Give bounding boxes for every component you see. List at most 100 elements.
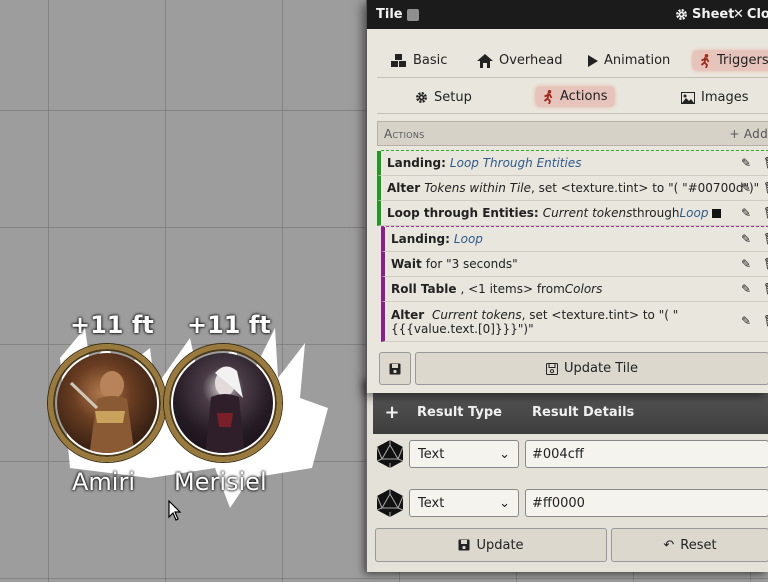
trash-icon[interactable]: 🗑 xyxy=(763,181,768,195)
update-tile-button[interactable]: Update Tile xyxy=(415,352,768,385)
sheet-label: Sheet xyxy=(692,7,735,22)
chevron-down-icon: ⌄ xyxy=(499,495,510,511)
token-amiri[interactable] xyxy=(48,344,166,462)
image-icon xyxy=(681,91,695,104)
tab-animation[interactable]: Animation xyxy=(588,53,670,68)
update-label: Update xyxy=(476,537,524,553)
token-name-label: Amiri xyxy=(72,468,135,496)
action-target: Current tokens xyxy=(432,308,522,322)
house-icon xyxy=(477,53,493,68)
save-icon xyxy=(389,363,401,374)
tab-label: Animation xyxy=(604,53,671,68)
tab-label: Actions xyxy=(560,89,608,104)
results-table-header: + Result Type Result Details xyxy=(373,390,768,434)
trigger-subtabs: Setup Actions Images xyxy=(377,84,768,114)
tile-config-window: Tile Sheet ✕ Close Basic Overhead Animat… xyxy=(366,0,768,393)
action-link[interactable]: Loop xyxy=(679,206,708,220)
document-id-icon[interactable] xyxy=(406,8,419,21)
tab-label: Basic xyxy=(413,53,448,68)
reset-label: Reset xyxy=(680,537,717,553)
trash-icon[interactable]: 🗑 xyxy=(763,282,768,296)
tab-actions[interactable]: Actions xyxy=(536,87,614,106)
trash-icon[interactable]: 🗑 xyxy=(763,206,768,220)
result-details-input[interactable]: #004cff xyxy=(525,440,768,468)
action-row[interactable]: Alter Tokens within Tile , set <texture.… xyxy=(377,176,768,201)
edit-icon[interactable]: ✎ xyxy=(741,314,751,328)
action-row[interactable]: Roll Table , <1 items> from Colors ✎ 🗑 xyxy=(381,277,768,302)
action-row[interactable]: Wait for "3 seconds" ✎ 🗑 xyxy=(381,252,768,277)
gear-icon xyxy=(416,92,427,103)
roll-table-sheet: + Result Type Result Details Text ⌄ #004… xyxy=(366,378,768,572)
running-icon xyxy=(543,89,553,104)
edit-icon[interactable]: ✎ xyxy=(741,206,751,220)
window-titlebar[interactable]: Tile Sheet ✕ Close xyxy=(367,0,768,29)
reset-button[interactable]: ↶ Reset xyxy=(611,528,768,562)
update-button[interactable]: Update xyxy=(375,528,607,562)
action-detail: , <1 items> from xyxy=(460,282,565,296)
action-target: Colors xyxy=(564,282,603,296)
add-result-icon[interactable]: + xyxy=(379,402,405,423)
undo-icon: ↶ xyxy=(663,537,675,553)
actions-header-label: Actions xyxy=(384,126,425,141)
close-label: Close xyxy=(746,7,768,22)
action-detail: , set <texture.tint> to "( "#00700d")" xyxy=(531,181,760,195)
merisiel-portrait xyxy=(173,353,273,453)
save-button[interactable] xyxy=(379,352,411,385)
tab-triggers[interactable]: Triggers xyxy=(693,51,768,70)
result-details-input[interactable]: #ff0000 xyxy=(525,489,768,517)
update-tile-label: Update Tile xyxy=(564,361,638,376)
trash-icon[interactable]: 🗑 xyxy=(763,257,768,271)
add-action-label: Add xyxy=(743,126,768,141)
action-verb: Wait xyxy=(391,257,422,271)
close-button[interactable]: ✕ Close xyxy=(733,0,768,29)
action-target: Tokens within Tile xyxy=(424,181,531,195)
action-verb: Loop through Entities: xyxy=(387,206,539,220)
action-row[interactable]: Landing: Loop Through Entities ✎ 🗑 xyxy=(377,151,768,176)
action-verb: Alter xyxy=(387,181,421,195)
result-type-header: Result Type xyxy=(417,404,502,420)
trash-icon[interactable]: 🗑 xyxy=(763,156,768,170)
token-elevation: +11 ft xyxy=(70,311,154,339)
stop-square-icon xyxy=(712,208,722,218)
action-verb: Landing: xyxy=(391,232,450,246)
close-icon: ✕ xyxy=(733,7,744,22)
sheet-config-button[interactable]: Sheet xyxy=(675,0,734,29)
token-name-label: Merisiel xyxy=(174,468,267,496)
running-icon xyxy=(700,53,710,68)
primary-tabs: Basic Overhead Animation Triggers xyxy=(377,44,768,78)
trash-icon[interactable]: 🗑 xyxy=(763,314,768,328)
gear-icon xyxy=(676,9,687,20)
d20-icon[interactable] xyxy=(375,439,405,469)
actions-list-header: Actions + Add xyxy=(377,121,768,146)
d20-icon[interactable] xyxy=(375,488,405,518)
result-type-select[interactable]: Text ⌄ xyxy=(409,440,519,468)
edit-icon[interactable]: ✎ xyxy=(741,257,751,271)
edit-icon[interactable]: ✎ xyxy=(741,232,751,246)
tab-basic[interactable]: Basic xyxy=(391,53,447,68)
result-type-value: Text xyxy=(418,446,445,462)
tab-images[interactable]: Images xyxy=(681,90,749,105)
action-row[interactable]: Landing: Loop ✎ 🗑 xyxy=(381,227,768,252)
edit-icon[interactable]: ✎ xyxy=(741,282,751,296)
action-detail: for "3 seconds" xyxy=(425,257,518,271)
edit-icon[interactable]: ✎ xyxy=(741,156,751,170)
action-detail: through xyxy=(632,206,680,220)
result-details-header: Result Details xyxy=(532,404,635,420)
trash-icon[interactable]: 🗑 xyxy=(763,232,768,246)
tab-label: Triggers xyxy=(717,53,768,68)
action-link[interactable]: Loop xyxy=(454,232,483,246)
action-row[interactable]: Loop through Entities: Current tokens th… xyxy=(377,201,768,226)
action-link[interactable]: Loop Through Entities xyxy=(450,156,582,170)
action-row[interactable]: Alter Current tokens, set <texture.tint>… xyxy=(381,302,768,342)
action-target: Current tokens xyxy=(542,206,633,220)
add-action-button[interactable]: + Add xyxy=(729,127,768,141)
tab-overhead[interactable]: Overhead xyxy=(477,53,563,68)
edit-icon[interactable]: ✎ xyxy=(741,181,751,195)
tab-label: Setup xyxy=(434,90,472,105)
token-merisiel[interactable] xyxy=(164,344,282,462)
mouse-cursor-icon xyxy=(168,500,182,521)
result-type-select[interactable]: Text ⌄ xyxy=(409,489,519,517)
save-icon xyxy=(458,539,470,551)
tab-setup[interactable]: Setup xyxy=(415,90,472,105)
tab-label: Images xyxy=(701,90,749,105)
